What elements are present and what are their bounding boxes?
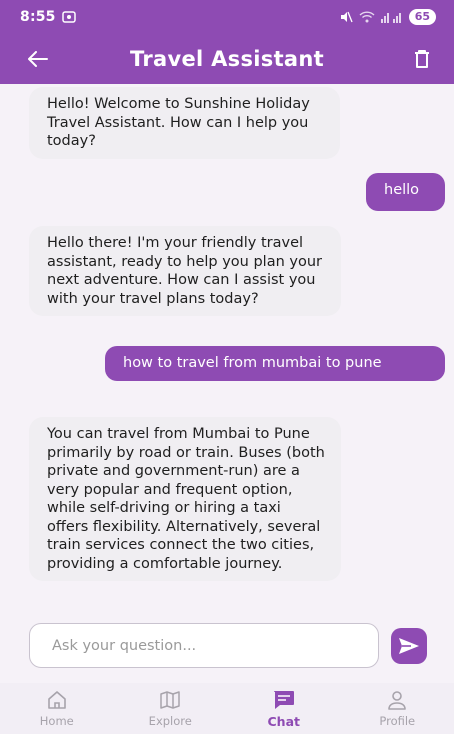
nav-label: Chat <box>267 714 300 729</box>
chat-icon <box>272 689 296 711</box>
nav-explore[interactable]: Explore <box>114 683 228 734</box>
status-right: 65 <box>339 8 436 27</box>
nav-chat[interactable]: Chat <box>227 683 341 734</box>
nav-label: Explore <box>148 714 192 728</box>
question-input-box[interactable] <box>29 623 379 668</box>
back-button[interactable] <box>28 47 54 71</box>
nav-label: Profile <box>379 714 416 728</box>
send-icon <box>399 638 419 654</box>
nav-label: Home <box>39 714 74 728</box>
mute-icon <box>339 8 353 27</box>
status-bar: 8:55 65 <box>0 0 454 34</box>
person-icon <box>385 689 409 711</box>
nav-home[interactable]: Home <box>0 683 114 734</box>
send-button[interactable] <box>391 628 427 664</box>
page-title: Travel Assistant <box>130 47 324 71</box>
signal-icon <box>380 8 403 27</box>
map-icon <box>158 689 182 711</box>
bot-message: You can travel from Mumbai to Pune prima… <box>29 417 341 581</box>
arrow-left-icon <box>28 51 48 67</box>
wifi-icon <box>359 8 375 27</box>
bot-message: Hello! Welcome to Sunshine Holiday Trave… <box>29 87 340 159</box>
bot-message: Hello there! I'm your friendly travel as… <box>29 226 341 316</box>
app-bar: Travel Assistant <box>0 34 454 84</box>
question-input[interactable] <box>52 637 356 654</box>
delete-chat-button[interactable] <box>410 46 434 72</box>
user-message: how to travel from mumbai to pune <box>105 346 445 381</box>
bottom-nav: Home Explore Chat Profile <box>0 683 454 734</box>
status-time: 8:55 <box>20 9 56 25</box>
nav-profile[interactable]: Profile <box>341 683 454 734</box>
user-message: hello <box>366 173 445 211</box>
trash-icon <box>415 50 429 68</box>
battery-indicator: 65 <box>408 9 436 25</box>
status-left: 8:55 <box>20 8 76 27</box>
screen-record-icon <box>61 8 76 27</box>
chat-thread[interactable]: Hello! Welcome to Sunshine Holiday Trave… <box>0 84 454 614</box>
home-icon <box>45 689 69 711</box>
